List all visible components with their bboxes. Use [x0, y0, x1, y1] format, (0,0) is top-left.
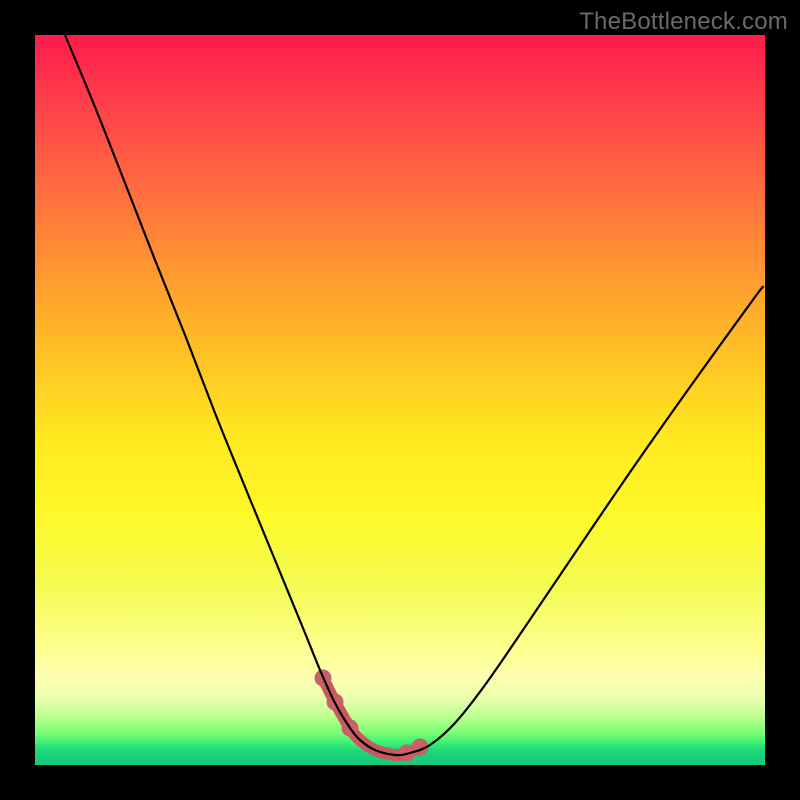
watermark-text: TheBottleneck.com — [579, 8, 788, 36]
chart-frame — [35, 35, 765, 765]
accent-segment — [323, 678, 420, 755]
bottleneck-curve — [65, 35, 763, 755]
chart-overlay — [35, 35, 765, 765]
